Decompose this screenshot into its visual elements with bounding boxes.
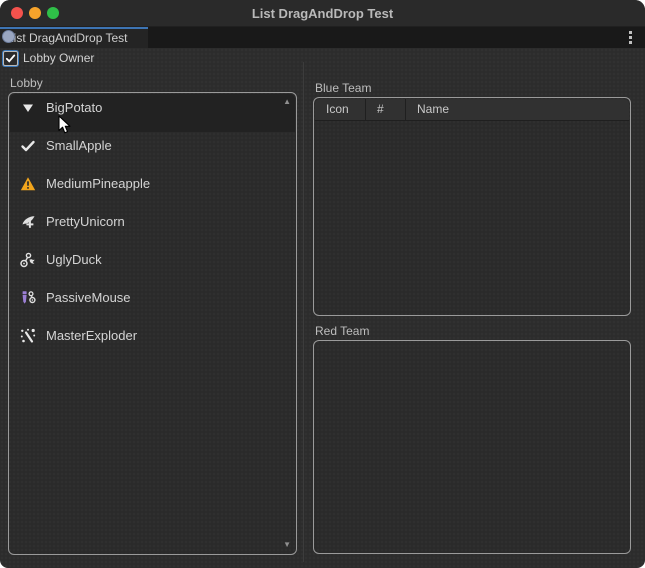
tab-label: List DragAndDrop Test <box>7 31 128 45</box>
list-item-label: BigPotato <box>46 100 102 116</box>
lobby-section-label: Lobby <box>10 76 43 90</box>
scroll-up-arrow[interactable]: ▲ <box>283 98 291 106</box>
lobby-owner-label: Lobby Owner <box>23 51 94 65</box>
list-item[interactable]: SmallApple <box>10 132 295 170</box>
scroll-down-arrow[interactable]: ▼ <box>283 541 291 549</box>
content-area: Lobby Owner Lobby BigPotato SmallApple <box>0 48 645 568</box>
column-header-number[interactable]: # <box>366 99 406 120</box>
list-item[interactable]: MasterExploder <box>10 322 295 360</box>
list-item[interactable]: PassiveMouse <box>10 284 295 322</box>
triangle-down-icon <box>20 100 36 116</box>
pane-divider <box>303 62 304 562</box>
column-header-name[interactable]: Name <box>406 99 629 120</box>
list-item-label: PrettyUnicorn <box>46 214 125 230</box>
feather-plus-icon <box>20 214 36 230</box>
list-item-label: UglyDuck <box>46 252 102 268</box>
list-item[interactable]: MediumPineapple <box>10 170 295 208</box>
lobby-owner-toggle[interactable]: Lobby Owner <box>3 50 94 66</box>
mouse-cursor <box>58 115 72 140</box>
lobby-owner-checkbox[interactable] <box>3 51 18 66</box>
tab-list-draganddrop-test[interactable]: List DragAndDrop Test <box>0 27 148 48</box>
list-item-label: MasterExploder <box>46 328 137 344</box>
tie-nodes-icon <box>20 290 36 306</box>
checkmark-icon <box>20 138 36 154</box>
warning-icon <box>20 176 36 192</box>
column-header-icon[interactable]: Icon <box>315 99 366 120</box>
app-window: List DragAndDrop Test List DragAndDrop T… <box>0 0 645 568</box>
list-item-label: PassiveMouse <box>46 290 131 306</box>
lobby-list: BigPotato SmallApple <box>10 94 295 553</box>
bone-nodes-claw-icon <box>20 252 36 268</box>
list-item[interactable]: PrettyUnicorn <box>10 208 295 246</box>
blue-team-drop-box[interactable]: Icon # Name <box>313 97 631 316</box>
red-team-drop-box[interactable] <box>313 340 631 554</box>
window-menu-button[interactable] <box>626 31 634 45</box>
check-icon <box>5 53 16 64</box>
titlebar[interactable]: List DragAndDrop Test <box>0 0 645 27</box>
tab-drag-handle-icon <box>2 30 15 43</box>
red-team-section-label: Red Team <box>315 324 369 338</box>
list-item[interactable]: UglyDuck <box>10 246 295 284</box>
blue-team-header-row: Icon # Name <box>315 99 629 121</box>
wand-sparkles-icon <box>20 328 36 344</box>
lobby-list-box[interactable]: BigPotato SmallApple <box>8 92 297 555</box>
list-item-label: MediumPineapple <box>46 176 150 192</box>
list-item-label: SmallApple <box>46 138 112 154</box>
window-title: List DragAndDrop Test <box>0 0 645 26</box>
blue-team-section-label: Blue Team <box>315 81 371 95</box>
list-item[interactable]: BigPotato <box>10 94 295 132</box>
tab-bar: List DragAndDrop Test <box>0 27 645 48</box>
